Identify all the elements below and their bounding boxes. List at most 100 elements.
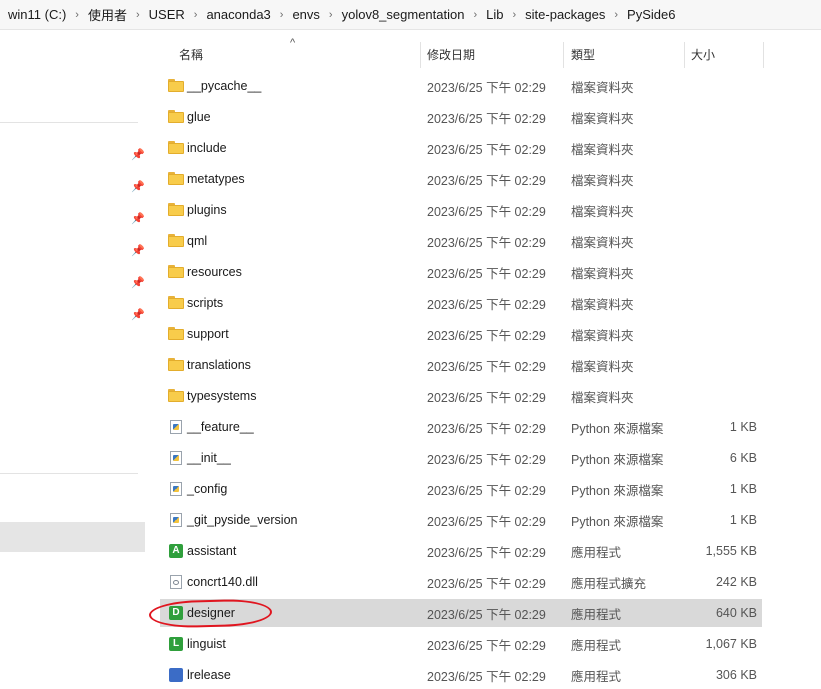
file-name: lrelease — [187, 668, 231, 682]
file-row[interactable]: scripts 2023/6/25 下午 02:29 檔案資料夾 — [160, 289, 762, 317]
file-size: 306 KB — [715, 668, 757, 682]
chevron-right-icon[interactable]: › — [329, 9, 333, 21]
pin-icon[interactable]: 📌 — [131, 149, 145, 161]
file-name: __init__ — [187, 451, 231, 465]
folder-icon — [168, 265, 184, 279]
file-row[interactable]: lrelease 2023/6/25 下午 02:29 應用程式 306 KB — [160, 661, 762, 689]
file-type: 檔案資料夾 — [571, 328, 634, 343]
file-modified-date: 2023/6/25 下午 02:29 — [427, 545, 546, 560]
file-row[interactable]: support 2023/6/25 下午 02:29 檔案資料夾 — [160, 320, 762, 348]
python-file-icon — [170, 482, 182, 496]
file-modified-date: 2023/6/25 下午 02:29 — [427, 328, 546, 343]
file-row[interactable]: plugins 2023/6/25 下午 02:29 檔案資料夾 — [160, 196, 762, 224]
file-row[interactable]: __init__ 2023/6/25 下午 02:29 Python 來源檔案 6 K… — [160, 444, 762, 472]
file-modified-date: 2023/6/25 下午 02:29 — [427, 452, 546, 467]
file-modified-date: 2023/6/25 下午 02:29 — [427, 576, 546, 591]
file-row[interactable]: metatypes 2023/6/25 下午 02:29 檔案資料夾 — [160, 165, 762, 193]
file-row[interactable]: glue 2023/6/25 下午 02:29 檔案資料夾 — [160, 103, 762, 131]
file-name: metatypes — [187, 172, 245, 186]
assistant-app-icon: A — [169, 544, 183, 558]
breadcrumb-item[interactable]: envs — [292, 7, 319, 22]
file-row[interactable]: concrt140.dll 2023/6/25 下午 02:29 應用程式擴充 242… — [160, 568, 762, 596]
file-row[interactable]: __feature__ 2023/6/25 下午 02:29 Python 來源檔案… — [160, 413, 762, 441]
file-name: typesystems — [187, 389, 257, 403]
dll-file-icon — [170, 575, 182, 589]
breadcrumb-item[interactable]: site-packages — [525, 7, 605, 22]
file-type: 檔案資料夾 — [571, 142, 634, 157]
file-name: resources — [187, 265, 242, 279]
file-size: 242 KB — [715, 575, 757, 589]
file-size: 1 KB — [729, 513, 757, 527]
folder-icon — [168, 203, 184, 217]
file-modified-date: 2023/6/25 下午 02:29 — [427, 483, 546, 498]
column-header-name[interactable]: 名稱 — [179, 44, 203, 64]
breadcrumb-item[interactable]: Lib — [486, 7, 503, 22]
file-modified-date: 2023/6/25 下午 02:29 — [427, 297, 546, 312]
breadcrumb-item[interactable]: yolov8_segmentation — [342, 7, 465, 22]
file-row[interactable]: Aassistant 2023/6/25 下午 02:29 應用程式 1,555 KB — [160, 537, 762, 565]
file-row[interactable]: translations 2023/6/25 下午 02:29 檔案資料夾 — [160, 351, 762, 379]
folder-icon — [168, 141, 184, 155]
column-header-size[interactable]: 大小 — [691, 44, 715, 64]
chevron-right-icon[interactable]: › — [512, 9, 516, 21]
file-row[interactable]: typesystems 2023/6/25 下午 02:29 檔案資料夾 — [160, 382, 762, 410]
chevron-right-icon[interactable]: › — [136, 9, 140, 21]
chevron-right-icon[interactable]: › — [614, 9, 618, 21]
column-divider[interactable] — [684, 42, 685, 68]
file-modified-date: 2023/6/25 下午 02:29 — [427, 173, 546, 188]
file-modified-date: 2023/6/25 下午 02:29 — [427, 359, 546, 374]
file-modified-date: 2023/6/25 下午 02:29 — [427, 421, 546, 436]
file-name: designer — [187, 606, 235, 620]
chevron-right-icon[interactable]: › — [280, 9, 284, 21]
file-row[interactable]: include 2023/6/25 下午 02:29 檔案資料夾 — [160, 134, 762, 162]
file-name: __feature__ — [187, 420, 254, 434]
folder-icon — [168, 79, 184, 93]
breadcrumb-item[interactable]: anaconda3 — [206, 7, 270, 22]
sort-ascending-indicator: ^ — [290, 37, 296, 49]
file-row[interactable]: _config 2023/6/25 下午 02:29 Python 來源檔案 1 KB — [160, 475, 762, 503]
breadcrumb-item[interactable]: win11 (C:) — [8, 7, 66, 22]
file-modified-date: 2023/6/25 下午 02:29 — [427, 514, 546, 529]
breadcrumb-item[interactable]: PySide6 — [627, 7, 675, 22]
file-type: 應用程式擴充 — [571, 576, 647, 591]
column-header-date[interactable]: 修改日期 — [427, 44, 475, 64]
column-divider[interactable] — [763, 42, 764, 68]
file-row[interactable]: __pycache__ 2023/6/25 下午 02:29 檔案資料夾 — [160, 72, 762, 100]
pin-icon[interactable]: 📌 — [131, 181, 145, 193]
pin-icon[interactable]: 📌 — [131, 277, 145, 289]
file-name: glue — [187, 110, 211, 124]
pin-icon[interactable]: 📌 — [131, 245, 145, 257]
file-row[interactable]: Llinguist 2023/6/25 下午 02:29 應用程式 1,067 KB — [160, 630, 762, 658]
address-breadcrumb[interactable]: win11 (C:) › 使用者 › USER › anaconda3 › envs › yolov… — [0, 0, 821, 30]
navigation-pane[interactable]: 📌 📌 📌 📌 📌 📌 — [0, 31, 146, 677]
pin-icon[interactable]: 📌 — [131, 309, 145, 321]
file-modified-date: 2023/6/25 下午 02:29 — [427, 266, 546, 281]
column-divider[interactable] — [563, 42, 564, 68]
file-type: 檔案資料夾 — [571, 235, 634, 250]
nav-selected-item[interactable] — [0, 522, 145, 552]
file-modified-date: 2023/6/25 下午 02:29 — [427, 111, 546, 126]
chevron-right-icon[interactable]: › — [473, 9, 477, 21]
file-row[interactable]: _git_pyside_version 2023/6/25 下午 02:29 Pyt… — [160, 506, 762, 534]
file-modified-date: 2023/6/25 下午 02:29 — [427, 80, 546, 95]
folder-icon — [168, 234, 184, 248]
chevron-right-icon[interactable]: › — [194, 9, 198, 21]
chevron-right-icon[interactable]: › — [75, 9, 79, 21]
breadcrumb-item[interactable]: USER — [149, 7, 185, 22]
folder-icon — [168, 296, 184, 310]
file-type: Python 來源檔案 — [571, 452, 664, 467]
file-row[interactable]: qml 2023/6/25 下午 02:29 檔案資料夾 — [160, 227, 762, 255]
pin-icon[interactable]: 📌 — [131, 213, 145, 225]
file-row[interactable]: resources 2023/6/25 下午 02:29 檔案資料夾 — [160, 258, 762, 286]
nav-divider — [0, 122, 138, 123]
column-divider[interactable] — [420, 42, 421, 68]
linguist-app-icon: L — [169, 637, 183, 651]
file-name: linguist — [187, 637, 226, 651]
file-modified-date: 2023/6/25 下午 02:29 — [427, 669, 546, 684]
breadcrumb-item[interactable]: 使用者 — [88, 5, 127, 24]
file-type: 應用程式 — [571, 545, 622, 560]
file-row[interactable]: Ddesigner 2023/6/25 下午 02:29 應用程式 640 KB — [160, 599, 762, 627]
column-header-type[interactable]: 類型 — [571, 44, 595, 64]
file-name: translations — [187, 358, 251, 372]
designer-app-icon: D — [169, 606, 183, 620]
